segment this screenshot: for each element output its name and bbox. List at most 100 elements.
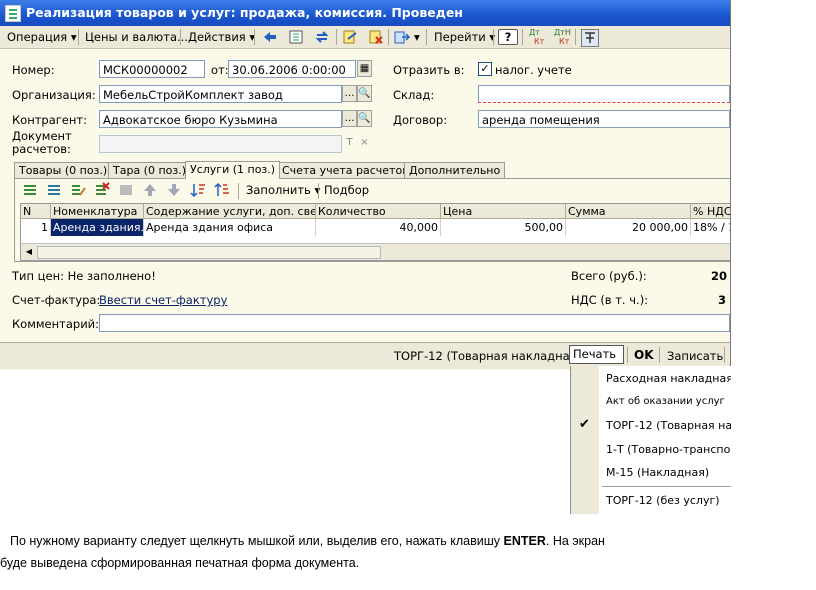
column-header-service-content[interactable]: Содержание услуги, доп. свед... — [144, 204, 316, 219]
tax-accounting-checkbox[interactable]: ✓ — [478, 62, 492, 76]
scrollbar-thumb[interactable] — [37, 246, 381, 259]
tab-goods[interactable]: Товары (0 поз.) — [14, 162, 113, 178]
toolbar-separator — [78, 29, 79, 45]
invoice-label: Счет-фактура: — [12, 293, 101, 307]
based-on-icon[interactable] — [394, 29, 410, 45]
menu-icon-strip — [571, 366, 599, 514]
report-icon[interactable] — [581, 29, 599, 47]
toolbar-separator — [336, 29, 337, 45]
menu-item-torg12[interactable]: ТОРГ-12 (Товарная нак — [606, 419, 731, 432]
delete-row-icon[interactable] — [94, 182, 110, 198]
quantity-cell[interactable]: 40,000 — [316, 219, 441, 236]
reflect-label: Отразить в: — [393, 63, 465, 77]
checkmark-icon: ✔ — [579, 417, 590, 432]
tab-bar: Товары (0 поз.) Тара (0 поз.) Услуги (1 … — [14, 161, 730, 179]
column-header-quantity[interactable]: Количество — [316, 204, 441, 219]
warehouse-field[interactable] — [478, 85, 730, 103]
dropdown-arrow-icon[interactable]: ▾ — [411, 28, 423, 46]
comment-field[interactable] — [99, 314, 730, 332]
operation-menu[interactable]: Операция ▾ — [4, 28, 80, 46]
column-header-sum[interactable]: Сумма — [566, 204, 691, 219]
total-value: 20 — [711, 269, 728, 283]
edit-row-icon[interactable] — [70, 182, 86, 198]
contract-field[interactable]: аренда помещения — [478, 110, 730, 128]
horizontal-scrollbar[interactable]: ◀ — [21, 243, 730, 260]
move-up-icon[interactable] — [142, 182, 158, 198]
refresh-icon[interactable] — [314, 29, 330, 45]
tab-services[interactable]: Услуги (1 поз.) — [185, 161, 281, 179]
goto-menu[interactable]: Перейти ▾ — [431, 28, 498, 46]
sum-cell[interactable]: 20 000,00 — [566, 219, 691, 236]
column-header-price[interactable]: Цена — [441, 204, 566, 219]
save-button[interactable]: Записать — [667, 349, 723, 363]
tab-additional[interactable]: Дополнительно — [404, 162, 506, 178]
caption-line-2: буде выведена сформированная печатная фо… — [0, 556, 360, 570]
invoice-link[interactable]: Ввести счет-фактуру — [99, 293, 227, 307]
print-menu-button[interactable]: Печать ▾ — [569, 345, 624, 370]
help-button[interactable]: ? — [498, 29, 518, 45]
vat-value: 3 — [718, 293, 727, 307]
menu-item-services-act[interactable]: Акт об оказании услуг — [606, 396, 725, 407]
tab-settlement-accounts[interactable]: Счета учета расчетов — [277, 162, 414, 178]
column-header-number[interactable]: N — [21, 204, 51, 219]
organization-field[interactable]: МебельСтройКомплект завод — [99, 85, 342, 103]
dt-kt-button[interactable]: Дт Кт — [526, 28, 547, 46]
menu-item-torg12-no-services[interactable]: ТОРГ-12 (без услуг) — [606, 494, 720, 507]
select-button[interactable]: … — [342, 110, 357, 127]
scroll-left-arrow-icon[interactable]: ◀ — [23, 246, 35, 257]
end-edit-icon[interactable] — [118, 182, 134, 198]
settlement-document-field[interactable] — [99, 135, 342, 153]
move-down-icon[interactable] — [166, 182, 182, 198]
toolbar-separator — [575, 29, 576, 45]
toolbar-separator — [318, 183, 319, 199]
toolbar-separator — [388, 29, 389, 45]
fill-menu[interactable]: Заполнить ▾ — [243, 181, 323, 199]
actions-menu[interactable]: Действия ▾ — [185, 28, 258, 46]
dtn-kt-button[interactable]: ДтН Кт — [551, 28, 574, 46]
toolbar-separator — [627, 347, 628, 363]
column-header-nomenclature[interactable]: Номенклатура — [51, 204, 144, 219]
vat-rate-cell[interactable]: 18% / 1 — [691, 219, 730, 236]
title-bar: Реализация товаров и услуг: продажа, ком… — [0, 0, 730, 26]
torg12-button[interactable]: ТОРГ-12 (Товарная накладная) — [394, 349, 581, 363]
bottom-bar: ТОРГ-12 (Товарная накладная) Печать ▾ OK… — [0, 342, 730, 370]
calendar-icon[interactable]: ▦ — [357, 60, 372, 77]
post-icon[interactable] — [342, 29, 358, 45]
nomenclature-cell[interactable]: Аренда здания... — [51, 219, 144, 236]
price-type-label: Тип цен: Не заполнено! — [12, 269, 156, 283]
ok-button[interactable]: OK — [634, 348, 654, 362]
menu-item-1t[interactable]: 1-Т (Товарно-транспорт — [606, 443, 731, 456]
unpost-icon[interactable] — [368, 29, 384, 45]
open-icon[interactable]: 🔍 — [357, 110, 372, 127]
sort-descending-icon[interactable] — [214, 182, 230, 198]
caption-line-1: По нужному варианту следует щелкнуть мыш… — [10, 534, 605, 548]
structure-icon[interactable] — [288, 29, 304, 45]
organization-label: Организация: — [12, 88, 96, 102]
clear-icon[interactable]: × — [357, 135, 372, 152]
toolbar-separator — [426, 29, 427, 45]
add-row-icon[interactable] — [22, 182, 38, 198]
price-cell[interactable]: 500,00 — [441, 219, 566, 236]
type-button[interactable]: T — [342, 135, 357, 152]
menu-item-expense-invoice[interactable]: Расходная накладная — [606, 372, 731, 385]
comment-label: Комментарий: — [12, 317, 100, 331]
total-label: Всего (руб.): — [571, 269, 647, 283]
service-content-cell[interactable]: Аренда здания офиса — [144, 219, 316, 236]
open-icon[interactable]: 🔍 — [357, 85, 372, 102]
number-field[interactable]: МСК00000002 — [99, 60, 205, 78]
back-arrow-icon[interactable] — [262, 29, 278, 45]
prices-button[interactable]: Цены и валюта... — [82, 28, 191, 46]
document-window: Реализация товаров и услуг: продажа, ком… — [0, 0, 731, 370]
copy-row-icon[interactable] — [46, 182, 62, 198]
tab-packaging[interactable]: Тара (0 поз.) — [108, 162, 192, 178]
sort-ascending-icon[interactable] — [190, 182, 206, 198]
column-header-vat-rate[interactable]: % НДС — [691, 204, 730, 219]
row-number: 1 — [21, 219, 51, 236]
contractor-field[interactable]: Адвокатское бюро Кузьмина — [99, 110, 342, 128]
toolbar-separator — [254, 29, 255, 45]
pick-button[interactable]: Подбор — [321, 181, 372, 199]
menu-item-m15[interactable]: М-15 (Накладная) — [606, 466, 709, 479]
select-button[interactable]: … — [342, 85, 357, 102]
date-field[interactable]: 30.06.2006 0:00:00 — [228, 60, 356, 78]
print-menu: Расходная накладная Акт об оказании услу… — [570, 366, 731, 514]
